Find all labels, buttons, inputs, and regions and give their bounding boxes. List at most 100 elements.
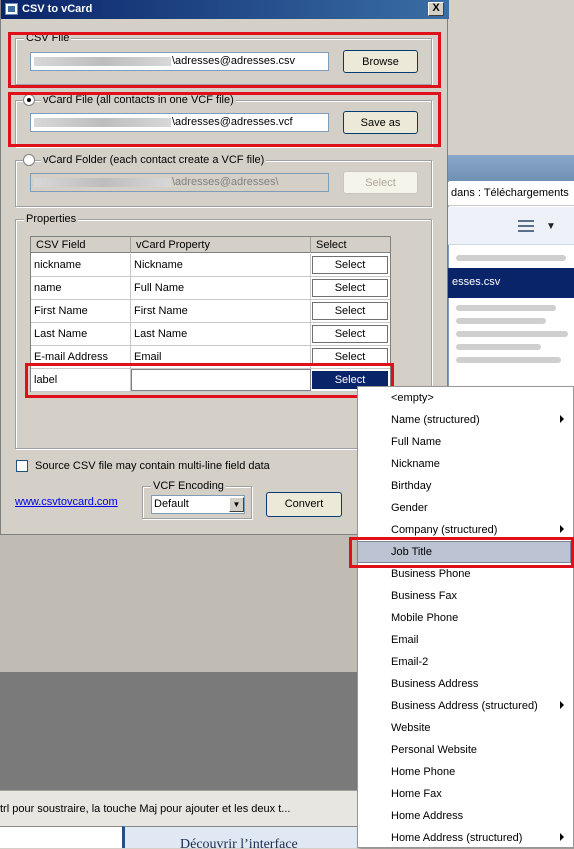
menu-item-label: Email [391,634,419,646]
table-row: name Full Name Select [31,277,390,300]
blurred-row [456,344,541,350]
close-icon: X [432,2,440,14]
explorer-titlebar [448,155,574,181]
submenu-arrow-icon [560,415,564,423]
csv-field-cell[interactable]: Last Name [31,323,131,345]
chevron-down-icon[interactable]: ▼ [229,497,244,512]
table-row: nickname Nickname Select [31,254,390,277]
submenu-arrow-icon [560,833,564,841]
menu-item[interactable]: <empty> [358,387,572,409]
multiline-checkbox[interactable] [16,460,28,472]
menu-item-label: Full Name [391,436,442,448]
column-header-vcard-property[interactable]: vCard Property [131,237,311,253]
view-list-icon[interactable] [518,220,534,232]
menu-item-label: Business Address (structured) [391,700,538,712]
menu-item-label: Business Address [391,678,479,690]
vcard-folder-radio-label: vCard Folder (each contact create a VCF … [41,154,267,166]
app-icon [5,3,18,15]
menu-item-label: Website [391,722,431,734]
menu-item-label: <empty> [391,392,434,404]
menu-item-label: Personal Website [391,744,478,756]
menu-item[interactable]: Email-2 [358,651,572,673]
menu-item[interactable]: Business Address [358,673,572,695]
dialog-titlebar[interactable]: CSV to vCard [1,0,449,19]
menu-item-label: Gender [391,502,428,514]
blurred-row [456,318,546,324]
explorer-location: dans : Téléchargements [448,182,574,206]
vcf-encoding-group-label: VCF Encoding [151,480,226,492]
highlight-box [25,363,394,398]
csv-field-cell[interactable]: nickname [31,254,131,276]
menu-item-label: Business Phone [391,568,471,580]
column-header-csv-field[interactable]: CSV Field [31,237,131,253]
menu-item[interactable]: Nickname [358,453,572,475]
menu-item[interactable]: Home Phone [358,761,572,783]
menu-item[interactable]: Business Address (structured) [358,695,572,717]
select-property-button[interactable]: Select [312,302,388,320]
website-link[interactable]: www.csvtovcard.com [15,496,118,508]
menu-item-label: Birthday [391,480,432,492]
explorer-toolbar: ▼ [448,207,574,245]
table-row: First Name First Name Select [31,300,390,323]
background-bottom-left [0,826,122,848]
vcard-folder-path-text: \adresses@adresses\ [172,176,279,188]
menu-item[interactable]: Home Address [358,805,572,827]
grid-header: CSV Field vCard Property Select [31,237,390,253]
convert-button[interactable]: Convert [266,492,342,517]
highlight-box [349,537,574,568]
menu-item[interactable]: Email [358,629,572,651]
submenu-arrow-icon [560,701,564,709]
column-header-select[interactable]: Select [311,237,390,253]
menu-item[interactable]: Gender [358,497,572,519]
menu-item-label: Nickname [391,458,440,470]
blurred-row [456,331,568,337]
multiline-checkbox-label: Source CSV file may contain multi-line f… [35,460,270,472]
blurred-row [456,305,556,311]
submenu-arrow-icon [560,525,564,533]
menu-item[interactable]: Business Fax [358,585,572,607]
background-banner: Découvrir l’interface [122,826,357,848]
table-row: Last Name Last Name Select [31,323,390,346]
dialog-title: CSV to vCard [22,3,93,15]
menu-item[interactable]: Name (structured) [358,409,572,431]
highlight-box [8,32,441,88]
csv-field-cell[interactable]: name [31,277,131,299]
csv-field-cell[interactable]: First Name [31,300,131,322]
close-button[interactable]: X [428,2,444,16]
background-panel [0,534,357,672]
blurred-row [456,357,561,363]
select-property-button[interactable]: Select [312,279,388,297]
properties-group-label: Properties [24,213,79,225]
menu-item[interactable]: Full Name [358,431,572,453]
menu-item-label: Name (structured) [391,414,480,426]
menu-item[interactable]: Birthday [358,475,572,497]
vcard-property-cell[interactable]: First Name [131,300,311,322]
chevron-down-icon[interactable]: ▼ [546,221,556,232]
select-property-button[interactable]: Select [312,256,388,274]
vcard-property-cell[interactable]: Full Name [131,277,311,299]
blurred-path [34,177,171,187]
menu-item-label: Home Address [391,810,464,822]
background-dark-panel [0,672,357,790]
select-property-button[interactable]: Select [312,325,388,343]
menu-item-label: Company (structured) [391,524,498,536]
menu-item-label: Home Fax [391,788,442,800]
vcard-folder-radio[interactable] [23,154,35,166]
menu-item[interactable]: Home Address (structured) [358,827,572,849]
vcard-folder-path-input: \adresses@adresses\ [30,173,329,192]
menu-item-label: Home Phone [391,766,456,778]
background-status-text: trl pour soustraire, la touche Maj pour … [0,790,357,826]
menu-item[interactable]: Personal Website [358,739,572,761]
menu-item[interactable]: Home Fax [358,783,572,805]
menu-item[interactable]: Mobile Phone [358,607,572,629]
menu-item-label: Business Fax [391,590,458,602]
blurred-row [456,255,566,261]
highlight-box [8,92,441,147]
vcard-property-cell[interactable]: Last Name [131,323,311,345]
vcard-property-cell[interactable]: Nickname [131,254,311,276]
explorer-selected-file[interactable]: esses.csv [448,268,574,298]
menu-item-label: Mobile Phone [391,612,459,624]
menu-item-label: Home Address (structured) [391,832,523,844]
menu-item[interactable]: Website [358,717,572,739]
select-folder-button: Select [343,171,418,194]
